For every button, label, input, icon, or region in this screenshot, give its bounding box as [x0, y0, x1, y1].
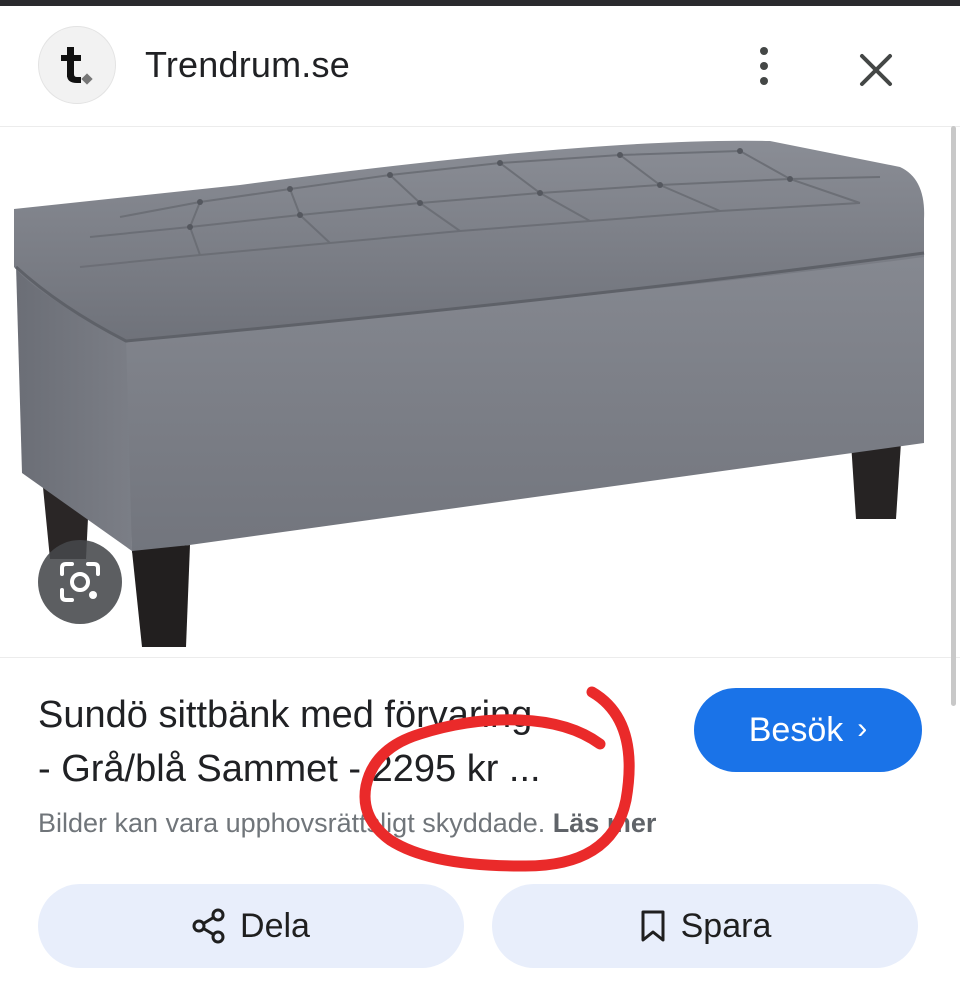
- share-button[interactable]: Dela: [38, 884, 464, 968]
- visit-button-label: Besök: [748, 710, 844, 749]
- more-vert-icon-dot: [760, 77, 768, 85]
- close-icon: [860, 54, 892, 86]
- result-title[interactable]: Sundö sittbänk med förvaring - Grå/blå S…: [38, 688, 648, 796]
- google-lens-button[interactable]: [38, 540, 122, 624]
- more-vert-icon-dot: [760, 62, 768, 70]
- more-vert-icon: [760, 47, 768, 55]
- storage-bench-image: [14, 140, 925, 647]
- save-button[interactable]: Spara: [492, 884, 918, 968]
- site-name[interactable]: Trendrum.se: [145, 44, 350, 86]
- result-title-line-1: Sundö sittbänk med förvaring: [38, 694, 533, 736]
- copyright-notice: Bilder kan vara upphovsrättsligt skyddad…: [38, 808, 656, 839]
- close-button[interactable]: [848, 42, 904, 98]
- google-lens-icon: [60, 562, 100, 602]
- share-icon: [192, 908, 225, 944]
- site-favicon: [38, 26, 116, 104]
- copyright-text: Bilder kan vara upphovsrättsligt skyddad…: [38, 808, 546, 838]
- bookmark-icon: [641, 910, 665, 942]
- scrollbar[interactable]: [951, 126, 956, 706]
- share-button-label: Dela: [240, 906, 310, 945]
- chevron-right-icon: ›: [857, 712, 868, 745]
- product-image[interactable]: [0, 126, 960, 658]
- result-header: Trendrum.se: [0, 6, 960, 126]
- read-more-link[interactable]: Läs mer: [553, 808, 657, 838]
- save-button-label: Spara: [680, 906, 772, 945]
- visit-button[interactable]: Besök ›: [694, 688, 922, 772]
- more-options-button[interactable]: [742, 36, 786, 96]
- trendrum-logo-icon: [61, 47, 93, 85]
- result-title-line-2: - Grå/blå Sammet - 2295 kr ...: [38, 748, 541, 790]
